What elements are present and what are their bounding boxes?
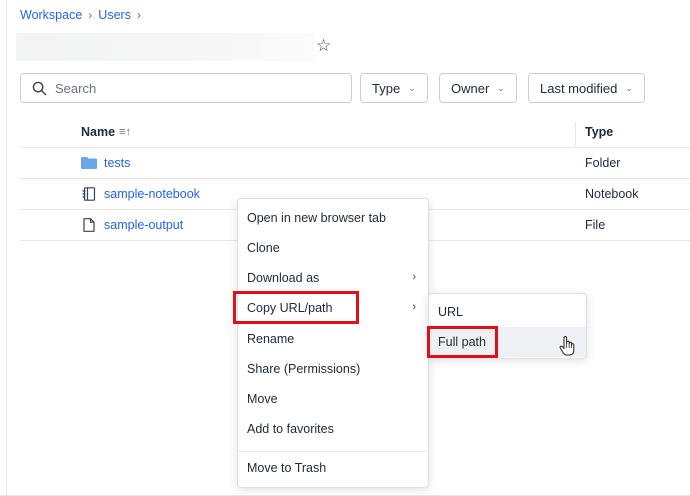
breadcrumb: Workspace › Users › [20, 8, 147, 22]
name-column-header[interactable]: Name ≡↑ [81, 125, 131, 139]
type-column-header[interactable]: Type [585, 125, 613, 139]
breadcrumb-users[interactable]: Users [98, 8, 131, 22]
chevron-down-icon: ⌄ [408, 82, 416, 93]
menu-item-label: Share (Permissions) [247, 362, 361, 376]
table-header: Name ≡↑ Type [20, 118, 690, 148]
menu-item-download-as[interactable]: Download as › [238, 264, 428, 292]
menu-item-move-to-trash[interactable]: Move to Trash [238, 454, 428, 482]
menu-item-label: Move [247, 392, 278, 406]
column-divider[interactable] [575, 122, 576, 146]
row-name-link[interactable]: sample-output [104, 218, 183, 232]
row-name-link[interactable]: tests [104, 156, 130, 170]
page-title [16, 33, 314, 61]
name-column-label: Name [81, 125, 116, 139]
menu-item-add-to-favorites[interactable]: Add to favorites [238, 415, 428, 443]
chevron-down-icon: ⌄ [497, 82, 505, 93]
notebook-icon [82, 187, 96, 201]
menu-item-clone[interactable]: Clone [238, 234, 428, 262]
last-modified-filter-button[interactable]: Last modified ⌄ [528, 73, 645, 103]
row-type: Folder [585, 156, 621, 170]
sort-ascending-icon[interactable]: ≡↑ [119, 126, 131, 138]
row-type: Notebook [585, 187, 639, 201]
hand-cursor-icon [559, 336, 575, 356]
menu-item-move[interactable]: Move [238, 385, 428, 413]
menu-item-share-permissions[interactable]: Share (Permissions) [238, 355, 428, 383]
chevron-right-icon: › [412, 301, 416, 313]
page-left-edge [6, 0, 7, 496]
search-input[interactable]: Search [20, 73, 352, 103]
highlight-copy-url-path [233, 291, 359, 324]
owner-filter-label: Owner [451, 80, 490, 96]
owner-filter-button[interactable]: Owner ⌄ [439, 73, 517, 103]
menu-item-label: Download as [247, 271, 320, 285]
folder-icon [81, 157, 97, 169]
submenu-item-url[interactable]: URL [429, 297, 586, 327]
row-type: File [585, 218, 606, 232]
menu-item-open-new-tab[interactable]: Open in new browser tab [238, 204, 428, 232]
breadcrumb-chevron-icon: › [136, 8, 141, 22]
last-modified-filter-label: Last modified [540, 80, 618, 96]
menu-item-label: Move to Trash [247, 461, 327, 475]
context-menu: Open in new browser tab Clone Download a… [237, 198, 429, 488]
row-name-link[interactable]: sample-notebook [104, 187, 200, 201]
breadcrumb-chevron-icon: › [88, 8, 93, 22]
chevron-right-icon: › [412, 271, 416, 283]
menu-divider [238, 451, 428, 452]
breadcrumb-workspace[interactable]: Workspace [20, 8, 82, 22]
type-filter-label: Type [372, 80, 401, 96]
menu-item-label: Rename [247, 332, 295, 346]
submenu-item-label: URL [438, 305, 464, 319]
favorite-star-icon[interactable]: ☆ [316, 36, 331, 56]
menu-item-label: Open in new browser tab [247, 211, 386, 225]
type-filter-button[interactable]: Type ⌄ [360, 73, 428, 103]
menu-item-label: Clone [247, 241, 280, 255]
table-row[interactable]: tests Folder [20, 148, 690, 179]
file-icon [83, 218, 95, 232]
highlight-full-path [427, 326, 498, 358]
menu-item-label: Add to favorites [247, 422, 334, 436]
search-placeholder: Search [55, 80, 97, 96]
chevron-down-icon: ⌄ [625, 82, 633, 93]
menu-item-rename[interactable]: Rename [238, 325, 428, 353]
search-icon [32, 81, 47, 95]
